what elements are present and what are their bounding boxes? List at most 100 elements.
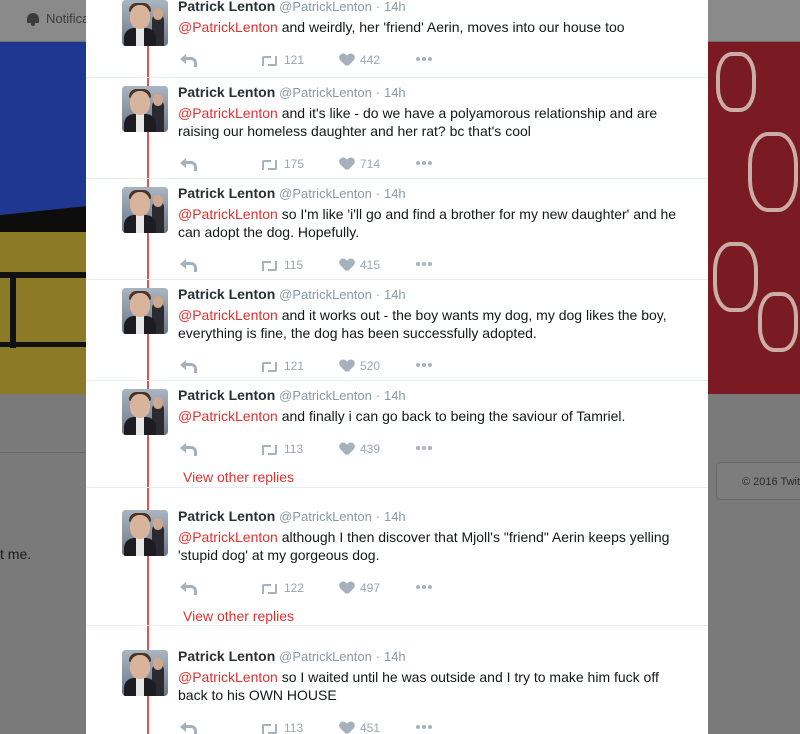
tweet-text: @PatrickLenton although I then discover … bbox=[178, 528, 678, 564]
separator-dot: · bbox=[375, 649, 381, 664]
retweet-icon bbox=[260, 722, 278, 734]
view-other-replies-link[interactable]: View other replies bbox=[183, 608, 294, 624]
reply-button[interactable] bbox=[180, 721, 197, 734]
mention-link[interactable]: @PatrickLenton bbox=[178, 669, 278, 685]
mention-link[interactable]: @PatrickLenton bbox=[178, 19, 278, 35]
like-count: 714 bbox=[360, 157, 381, 171]
like-button[interactable]: 520 bbox=[340, 359, 380, 373]
like-count: 439 bbox=[360, 442, 381, 456]
author-name[interactable]: Patrick Lenton bbox=[178, 387, 275, 403]
more-button[interactable] bbox=[416, 258, 432, 270]
view-other-replies-link[interactable]: View other replies bbox=[183, 469, 294, 485]
like-button[interactable]: 451 bbox=[340, 721, 380, 734]
avatar[interactable] bbox=[122, 187, 168, 233]
tweet-divider bbox=[86, 487, 708, 488]
mention-link[interactable]: @PatrickLenton bbox=[178, 307, 278, 323]
separator-dot: · bbox=[375, 509, 381, 524]
author-handle[interactable]: @PatrickLenton bbox=[279, 509, 372, 524]
heart-icon bbox=[340, 158, 354, 170]
retweet-button[interactable]: 121 bbox=[260, 53, 304, 67]
retweet-icon bbox=[260, 443, 278, 455]
separator-dot: · bbox=[375, 388, 381, 403]
author-name[interactable]: Patrick Lenton bbox=[178, 0, 275, 14]
avatar[interactable] bbox=[122, 650, 168, 696]
tweet[interactable]: Patrick Lenton @PatrickLenton · 14h @Pat… bbox=[86, 179, 708, 280]
more-button[interactable] bbox=[416, 53, 432, 65]
like-button[interactable]: 497 bbox=[340, 581, 380, 595]
background-divider bbox=[0, 452, 86, 453]
retweet-button[interactable]: 113 bbox=[260, 721, 303, 734]
tweet-timestamp[interactable]: 14h bbox=[384, 649, 406, 664]
more-options-icon bbox=[416, 721, 432, 733]
like-button[interactable]: 439 bbox=[340, 442, 380, 456]
author-name[interactable]: Patrick Lenton bbox=[178, 185, 275, 201]
heart-icon bbox=[340, 360, 354, 372]
author-handle[interactable]: @PatrickLenton bbox=[279, 287, 372, 302]
more-button[interactable] bbox=[416, 157, 432, 169]
tweet-timestamp[interactable]: 14h bbox=[384, 186, 406, 201]
reply-button[interactable] bbox=[180, 359, 197, 373]
retweet-button[interactable]: 115 bbox=[260, 258, 303, 272]
author-name[interactable]: Patrick Lenton bbox=[178, 508, 275, 524]
more-options-icon bbox=[416, 53, 432, 65]
reply-button[interactable] bbox=[180, 258, 197, 272]
tweet-header: Patrick Lenton @PatrickLenton · 14h bbox=[178, 84, 406, 100]
more-button[interactable] bbox=[416, 442, 432, 454]
tweet-timestamp[interactable]: 14h bbox=[384, 287, 406, 302]
author-name[interactable]: Patrick Lenton bbox=[178, 84, 275, 100]
tweet[interactable]: Patrick Lenton @PatrickLenton · 14h @Pat… bbox=[86, 0, 708, 78]
author-handle[interactable]: @PatrickLenton bbox=[279, 186, 372, 201]
tweet[interactable]: Patrick Lenton @PatrickLenton · 14h @Pat… bbox=[86, 381, 708, 488]
like-button[interactable]: 442 bbox=[340, 53, 380, 67]
avatar[interactable] bbox=[122, 288, 168, 334]
tweet[interactable]: Patrick Lenton @PatrickLenton · 14h @Pat… bbox=[86, 642, 708, 734]
tweet-timestamp[interactable]: 14h bbox=[384, 509, 406, 524]
retweet-button[interactable]: 122 bbox=[260, 581, 304, 595]
author-name[interactable]: Patrick Lenton bbox=[178, 286, 275, 302]
tweet-text: @PatrickLenton and it's like - do we hav… bbox=[178, 104, 678, 140]
reply-button[interactable] bbox=[180, 581, 197, 595]
more-button[interactable] bbox=[416, 359, 432, 371]
tweet-text: @PatrickLenton and weirdly, her 'friend'… bbox=[178, 18, 678, 36]
author-handle[interactable]: @PatrickLenton bbox=[279, 85, 372, 100]
tweet[interactable]: Patrick Lenton @PatrickLenton · 14h @Pat… bbox=[86, 280, 708, 381]
avatar[interactable] bbox=[122, 86, 168, 132]
tweet-header: Patrick Lenton @PatrickLenton · 14h bbox=[178, 286, 406, 302]
like-button[interactable]: 415 bbox=[340, 258, 380, 272]
mention-link[interactable]: @PatrickLenton bbox=[178, 529, 278, 545]
tweet-timestamp[interactable]: 14h bbox=[384, 85, 406, 100]
retweet-icon bbox=[260, 259, 278, 271]
avatar[interactable] bbox=[122, 389, 168, 435]
tweet-timestamp[interactable]: 14h bbox=[384, 388, 406, 403]
author-handle[interactable]: @PatrickLenton bbox=[279, 649, 372, 664]
mention-link[interactable]: @PatrickLenton bbox=[178, 206, 278, 222]
like-count: 415 bbox=[360, 258, 381, 272]
reply-button[interactable] bbox=[180, 442, 197, 456]
avatar[interactable] bbox=[122, 510, 168, 556]
tweet-actions: 121 520 bbox=[180, 359, 440, 375]
retweet-button[interactable]: 121 bbox=[260, 359, 304, 373]
tweet[interactable]: Patrick Lenton @PatrickLenton · 14h @Pat… bbox=[86, 502, 708, 626]
author-handle[interactable]: @PatrickLenton bbox=[279, 0, 372, 14]
more-button[interactable] bbox=[416, 721, 432, 733]
author-handle[interactable]: @PatrickLenton bbox=[279, 388, 372, 403]
tweet-text: @PatrickLenton and it works out - the bo… bbox=[178, 306, 678, 342]
tweet[interactable]: Patrick Lenton @PatrickLenton · 14h @Pat… bbox=[86, 78, 708, 179]
more-button[interactable] bbox=[416, 581, 432, 593]
avatar[interactable] bbox=[122, 0, 168, 46]
reply-icon bbox=[180, 581, 197, 595]
tweet-timestamp[interactable]: 14h bbox=[384, 0, 406, 14]
mention-link[interactable]: @PatrickLenton bbox=[178, 408, 278, 424]
like-count: 520 bbox=[360, 359, 381, 373]
reply-icon bbox=[180, 157, 197, 171]
author-name[interactable]: Patrick Lenton bbox=[178, 648, 275, 664]
retweet-button[interactable]: 113 bbox=[260, 442, 303, 456]
like-button[interactable]: 714 bbox=[340, 157, 380, 171]
reply-button[interactable] bbox=[180, 53, 197, 67]
retweet-button[interactable]: 175 bbox=[260, 157, 304, 171]
reply-button[interactable] bbox=[180, 157, 197, 171]
more-options-icon bbox=[416, 359, 432, 371]
reply-icon bbox=[180, 258, 197, 272]
tweet-body: and weirdly, her 'friend' Aerin, moves i… bbox=[277, 19, 625, 35]
mention-link[interactable]: @PatrickLenton bbox=[178, 105, 278, 121]
